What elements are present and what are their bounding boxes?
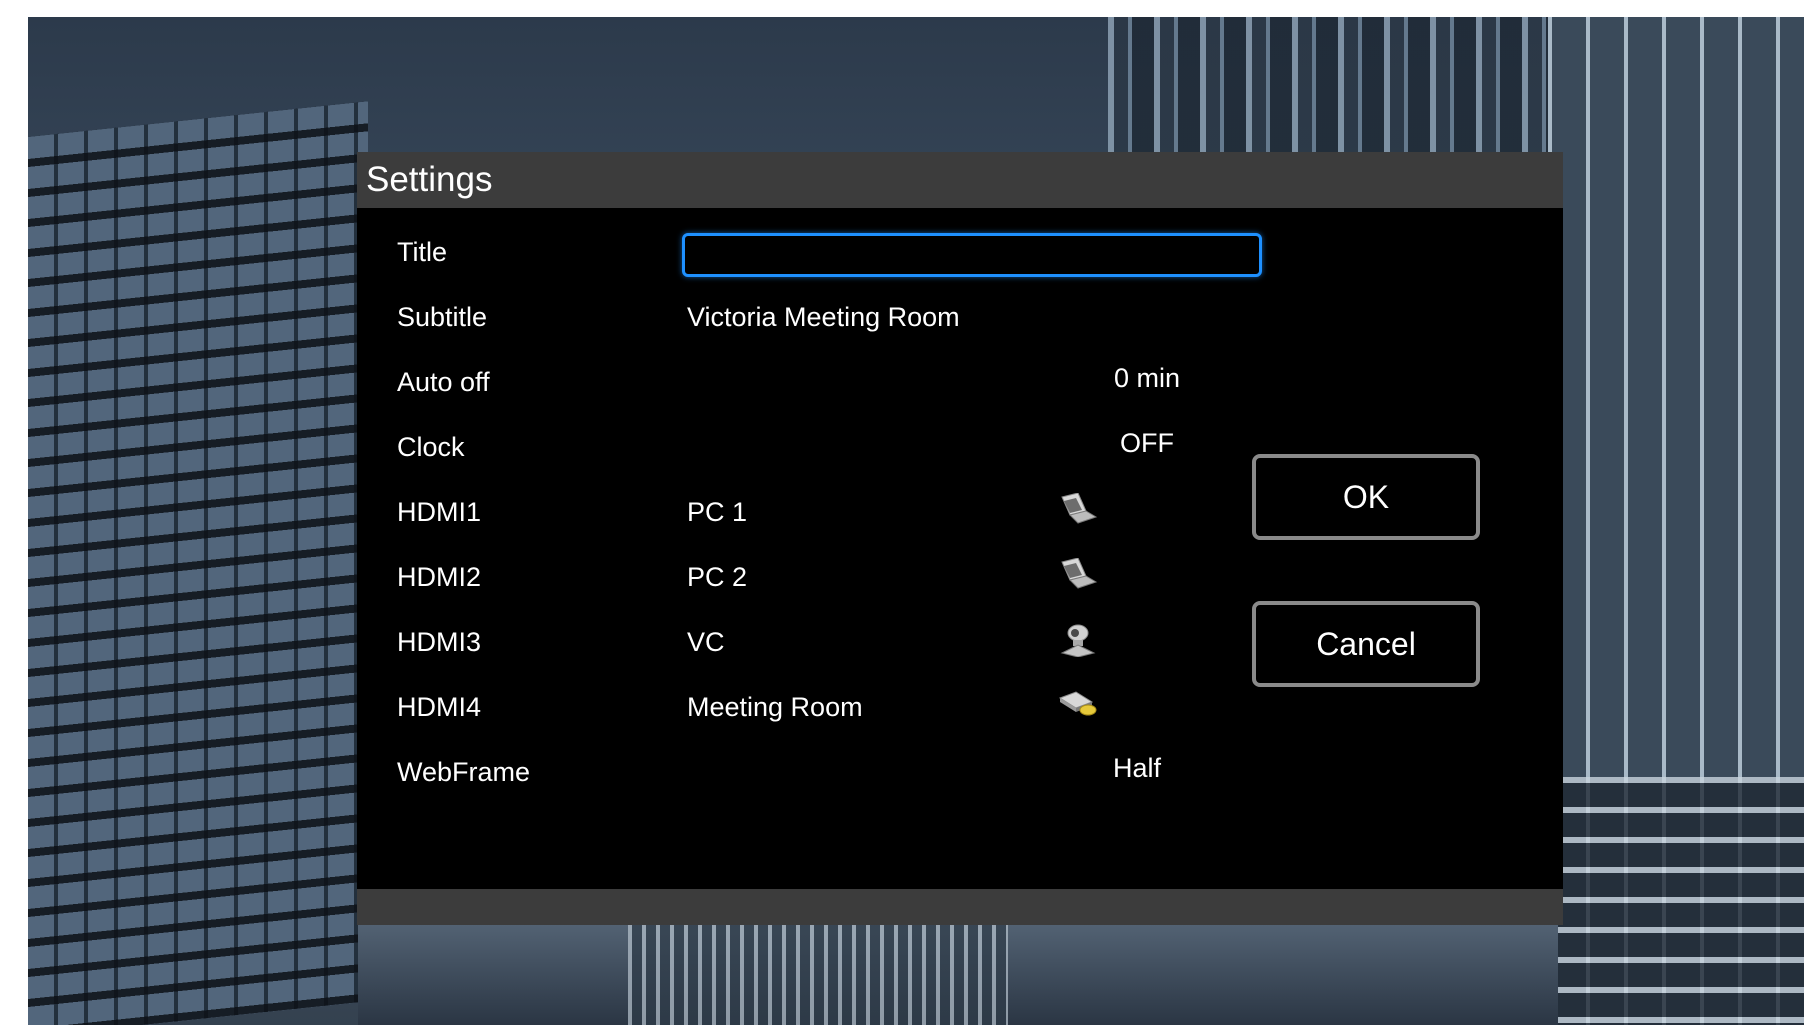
hdmi2-label: HDMI2 [397, 562, 482, 592]
laptop-icon[interactable] [1058, 492, 1098, 527]
hdmi2-row[interactable]: HDMI2 PC 2 [357, 552, 1563, 602]
ok-button[interactable]: OK [1252, 454, 1480, 540]
clock-value[interactable]: OFF [1047, 418, 1247, 468]
hdmi2-name[interactable]: PC 2 [687, 552, 747, 602]
auto-off-label: Auto off [397, 367, 490, 397]
subtitle-label: Subtitle [397, 302, 488, 332]
title-label: Title [397, 237, 448, 267]
webframe-row[interactable]: WebFrame Half [357, 747, 1563, 797]
cancel-button[interactable]: Cancel [1252, 601, 1480, 687]
subtitle-value[interactable]: Victoria Meeting Room [687, 292, 960, 342]
dialog-footer [357, 889, 1563, 925]
auto-off-row[interactable]: Auto off 0 min [357, 357, 1563, 407]
hdmi4-label: HDMI4 [397, 692, 482, 722]
hdmi4-row[interactable]: HDMI4 Meeting Room [357, 682, 1563, 732]
hdmi1-name[interactable]: PC 1 [687, 487, 747, 537]
background-building-left [28, 101, 368, 1025]
hdmi3-name[interactable]: VC [687, 617, 725, 667]
laptop-icon[interactable] [1058, 557, 1098, 592]
document-camera-icon[interactable] [1058, 688, 1098, 722]
hdmi1-label: HDMI1 [397, 497, 482, 527]
dialog-title: Settings [366, 160, 493, 199]
webframe-value[interactable]: Half [1037, 743, 1237, 793]
clock-label: Clock [397, 432, 465, 462]
auto-off-value[interactable]: 0 min [1047, 353, 1247, 403]
hdmi3-label: HDMI3 [397, 627, 482, 657]
video-camera-icon[interactable] [1058, 623, 1098, 658]
webframe-label: WebFrame [397, 757, 531, 787]
settings-dialog: Settings Title Subtitle Victoria Meeting… [357, 152, 1563, 925]
subtitle-row[interactable]: Subtitle Victoria Meeting Room [357, 292, 1563, 342]
title-input[interactable] [682, 233, 1262, 277]
hdmi4-name[interactable]: Meeting Room [687, 682, 863, 732]
desktop-background: Settings Title Subtitle Victoria Meeting… [28, 17, 1804, 1025]
dialog-header: Settings [357, 152, 1563, 208]
